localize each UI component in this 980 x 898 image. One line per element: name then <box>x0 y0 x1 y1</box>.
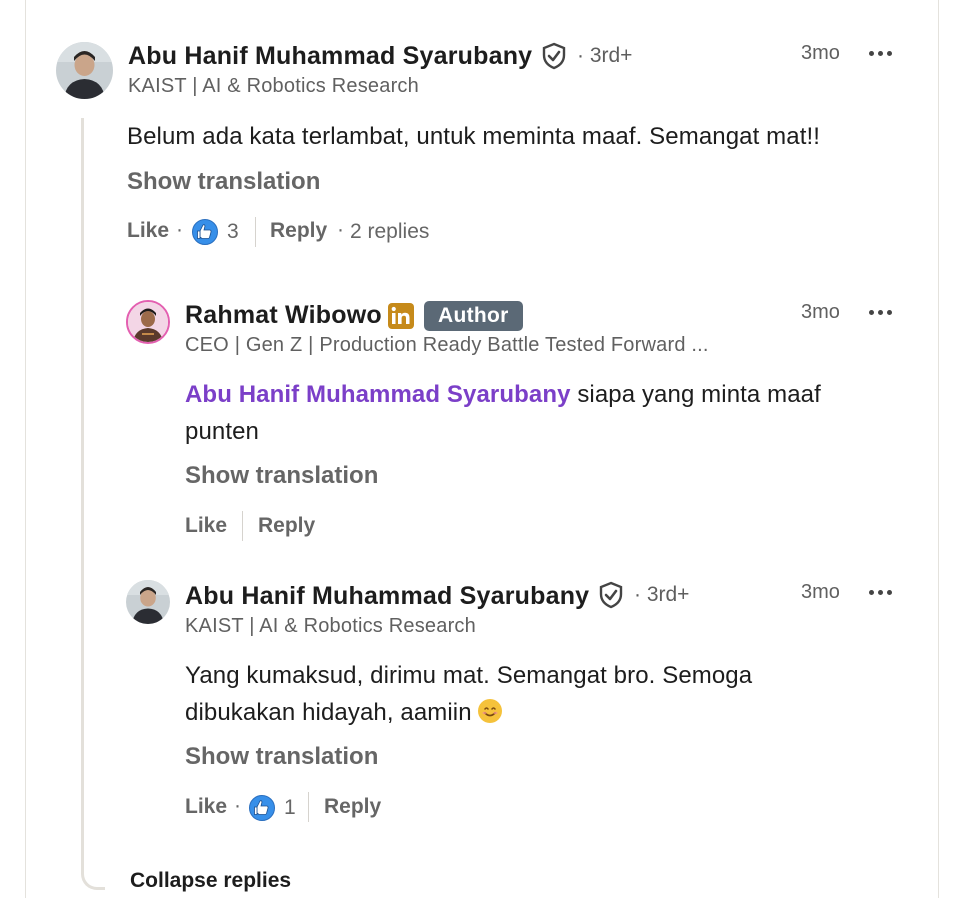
comment-timestamp: 3mo <box>801 42 840 64</box>
reply-button[interactable]: Reply <box>324 795 381 819</box>
author-badge: Author <box>424 301 523 331</box>
reply-button[interactable]: Reply <box>270 219 327 243</box>
like-button[interactable]: Like <box>127 219 169 243</box>
reply-text-line: dibukakan hidayah, aamiin <box>185 699 472 726</box>
separator-dot: · <box>337 218 344 241</box>
show-translation-link[interactable]: Show translation <box>185 743 378 771</box>
comment-author-name[interactable]: Abu Hanif Muhammad Syarubany <box>128 42 532 71</box>
reply-text-line: Yang kumaksud, dirimu mat. Semangat bro.… <box>185 662 753 689</box>
reply-author-name[interactable]: Rahmat Wibowo <box>185 301 382 330</box>
linkedin-icon <box>388 303 414 329</box>
reply-text: Yang kumaksud, dirimu mat. Semangat bro.… <box>185 657 885 731</box>
reply-button[interactable]: Reply <box>258 514 315 538</box>
like-reaction-icon[interactable] <box>192 219 218 245</box>
collapse-replies-button[interactable]: Collapse replies <box>130 869 291 893</box>
thread-line <box>81 118 105 890</box>
smile-emoji-icon <box>478 699 503 723</box>
connection-degree: · 3rd+ <box>577 44 633 67</box>
reply-author-name[interactable]: Abu Hanif Muhammad Syarubany <box>185 582 589 611</box>
separator-dot: · <box>234 794 241 817</box>
separator-dot: · <box>176 218 183 241</box>
connection-degree: · 3rd+ <box>634 583 690 606</box>
like-button[interactable]: Like <box>185 514 227 538</box>
action-divider <box>242 511 243 541</box>
reaction-count[interactable]: 1 <box>284 796 296 820</box>
show-translation-link[interactable]: Show translation <box>185 462 378 490</box>
action-divider <box>308 792 309 822</box>
show-translation-link[interactable]: Show translation <box>127 168 320 196</box>
comment-author-headline: KAIST | AI & Robotics Research <box>128 75 419 97</box>
like-button[interactable]: Like <box>185 795 227 819</box>
reply-timestamp: 3mo <box>801 301 840 323</box>
avatar[interactable] <box>126 580 170 624</box>
more-options-icon[interactable] <box>869 590 893 596</box>
replies-count-link[interactable]: 2 replies <box>350 220 429 244</box>
reply-timestamp: 3mo <box>801 581 840 603</box>
avatar[interactable] <box>126 300 170 344</box>
more-options-icon[interactable] <box>869 310 893 316</box>
mention-link[interactable]: Abu Hanif Muhammad Syarubany <box>185 381 571 408</box>
more-options-icon[interactable] <box>869 51 893 57</box>
reply-text-line: siapa yang minta maaf <box>577 381 821 408</box>
comment-text: Belum ada kata terlambat, untuk meminta … <box>127 123 820 150</box>
action-divider <box>255 217 256 247</box>
reply-text-line: punten <box>185 418 260 445</box>
reaction-count[interactable]: 3 <box>227 220 239 244</box>
avatar[interactable] <box>56 42 113 99</box>
reply-text: Abu Hanif Muhammad Syarubany siapa yang … <box>185 376 885 450</box>
verified-shield-icon <box>541 42 567 75</box>
reply-author-headline: CEO | Gen Z | Production Ready Battle Te… <box>185 334 709 356</box>
verified-shield-icon <box>598 581 624 614</box>
like-reaction-icon[interactable] <box>249 795 275 821</box>
reply-author-headline: KAIST | AI & Robotics Research <box>185 615 476 637</box>
